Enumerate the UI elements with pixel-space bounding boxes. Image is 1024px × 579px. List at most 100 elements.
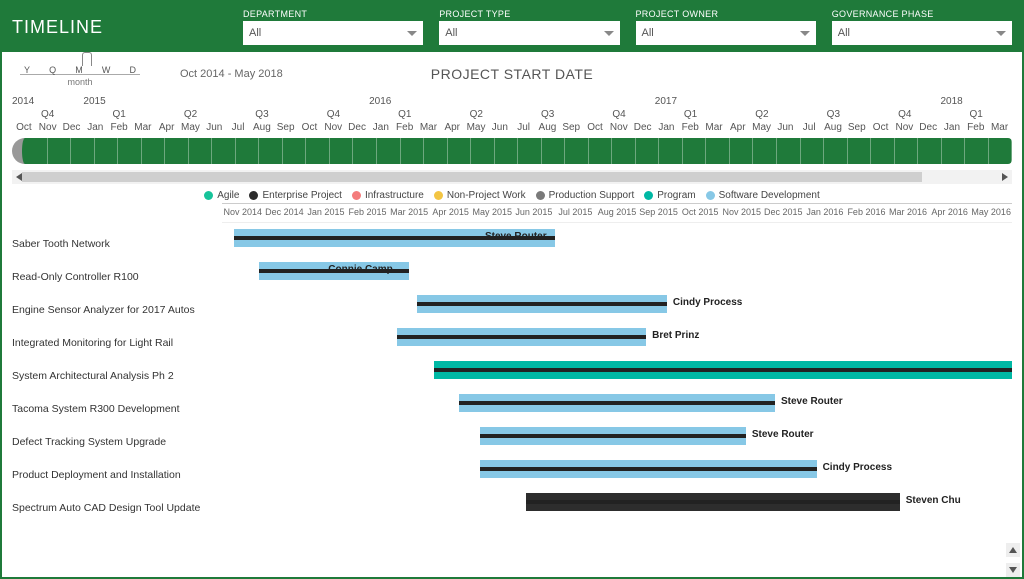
filter-label: GOVERNANCE PHASE — [832, 9, 1012, 19]
gantt-month-tick: Oct 2015 — [679, 204, 721, 222]
month-tick: Aug — [250, 122, 274, 136]
filter-label: DEPARTMENT — [243, 9, 423, 19]
gantt-month-tick: Jan 2015 — [305, 204, 347, 222]
month-tick: Apr — [726, 122, 750, 136]
scroll-right-icon[interactable] — [1000, 172, 1010, 182]
year-tick — [512, 96, 583, 109]
zoom-tick-d[interactable]: D — [129, 65, 136, 75]
timeline-tick — [118, 138, 142, 164]
month-tick: Nov — [892, 122, 916, 136]
filter-project-type: PROJECT TYPE All — [439, 9, 619, 45]
legend-label: Program — [657, 190, 695, 201]
zoom-tick-m[interactable]: M — [75, 65, 83, 75]
gantt-row: Connie Camp... — [222, 256, 1012, 289]
gantt-row-label: Product Deployment and Installation — [12, 458, 222, 491]
gantt-bar[interactable]: Cindy Process — [480, 460, 817, 478]
gantt-row: Steve Router — [222, 421, 1012, 454]
gantt-month-tick: Mar 2015 — [388, 204, 430, 222]
timeline-scrollbar[interactable] — [12, 170, 1012, 184]
timeline-tick — [212, 138, 236, 164]
project-type-select[interactable]: All — [439, 21, 619, 45]
year-tick — [583, 96, 654, 109]
legend-swatch-icon — [249, 191, 258, 200]
gantt-bar[interactable]: Steven Chu — [526, 493, 900, 511]
month-tick: Dec — [60, 122, 84, 136]
legend-item[interactable]: Non-Project Work — [434, 190, 526, 201]
legend-item[interactable]: Agile — [204, 190, 239, 201]
scroll-thumb[interactable] — [22, 172, 922, 182]
gantt-month-tick: Aug 2015 — [596, 204, 638, 222]
timeline-tick — [848, 138, 872, 164]
gantt-bar[interactable]: Steve Router — [480, 427, 746, 445]
filter-label: PROJECT TYPE — [439, 9, 619, 19]
governance-phase-select[interactable]: All — [832, 21, 1012, 45]
gantt-bar[interactable] — [434, 361, 1012, 379]
zoom-marker-icon[interactable] — [82, 52, 92, 66]
quarter-row: Q4Q1Q2Q3Q4Q1Q2Q3Q4Q1Q2Q3Q4Q1 — [12, 109, 1012, 122]
month-tick: Jun — [774, 122, 798, 136]
chevron-down-icon — [800, 31, 810, 36]
legend-label: Agile — [217, 190, 239, 201]
month-tick: Jan — [369, 122, 393, 136]
legend-item[interactable]: Enterprise Project — [249, 190, 341, 201]
timeline-tick — [612, 138, 636, 164]
legend-item[interactable]: Software Development — [706, 190, 820, 201]
select-value: All — [838, 27, 850, 39]
department-select[interactable]: All — [243, 21, 423, 45]
gantt-row-label: Tacoma System R300 Development — [12, 392, 222, 425]
legend-item[interactable]: Program — [644, 190, 695, 201]
quarter-tick: Q3 — [512, 109, 583, 122]
zoom-tick-q[interactable]: Q — [49, 65, 56, 75]
timeline-tick — [989, 138, 1013, 164]
gantt-bar-owner: Cindy Process — [823, 462, 892, 473]
year-tick: 2016 — [369, 96, 440, 109]
year-tick — [726, 96, 797, 109]
timeline-tick — [518, 138, 542, 164]
month-tick: Mar — [988, 122, 1012, 136]
gantt-row-label: Defect Tracking System Upgrade — [12, 425, 222, 458]
project-owner-select[interactable]: All — [636, 21, 816, 45]
scroll-up-icon[interactable] — [1006, 543, 1020, 557]
year-tick: 2015 — [83, 96, 154, 109]
gantt-month-tick: Nov 2015 — [721, 204, 763, 222]
timeline-tick — [165, 138, 189, 164]
filter-governance-phase: GOVERNANCE PHASE All — [832, 9, 1012, 45]
scroll-down-icon[interactable] — [1006, 563, 1020, 577]
gantt-bar[interactable]: Steve Router — [234, 229, 554, 247]
zoom-tick-w[interactable]: W — [102, 65, 111, 75]
gantt-bar[interactable]: Steve Router — [459, 394, 775, 412]
gantt-row: Bret Prinz — [222, 322, 1012, 355]
gantt-month-tick: Sep 2015 — [638, 204, 680, 222]
gantt-row — [222, 355, 1012, 388]
gantt-bar[interactable]: Connie Camp... — [259, 262, 409, 280]
month-row: OctNovDecJanFebMarAprMayJunJulAugSepOctN… — [12, 122, 1012, 136]
gantt-bar[interactable]: Cindy Process — [417, 295, 666, 313]
month-tick: Jul — [226, 122, 250, 136]
gantt-bar-owner: Steve Router — [485, 231, 547, 242]
zoom-tick-y[interactable]: Y — [24, 65, 30, 75]
timeline-tick — [283, 138, 307, 164]
month-tick: Oct — [12, 122, 36, 136]
filter-project-owner: PROJECT OWNER All — [636, 9, 816, 45]
gantt-bar-owner: Steven Chu — [906, 495, 961, 506]
legend-item[interactable]: Production Support — [536, 190, 635, 201]
month-tick: Sep — [274, 122, 298, 136]
legend-swatch-icon — [434, 191, 443, 200]
timeline-tick — [259, 138, 283, 164]
legend-label: Software Development — [719, 190, 820, 201]
timeline-tick — [777, 138, 801, 164]
quarter-tick: Q1 — [940, 109, 1011, 122]
gantt-bar[interactable]: Bret Prinz — [397, 328, 646, 346]
zoom-caption: month — [20, 77, 140, 87]
quarter-tick: Q4 — [583, 109, 654, 122]
gantt-month-tick: May 2016 — [970, 204, 1012, 222]
month-tick: Jan — [83, 122, 107, 136]
timeline-tick — [824, 138, 848, 164]
legend-item[interactable]: Infrastructure — [352, 190, 424, 201]
quarter-tick: Q1 — [655, 109, 726, 122]
month-tick: Sep — [845, 122, 869, 136]
gantt-row-label: Engine Sensor Analyzer for 2017 Autos — [12, 293, 222, 326]
zoom-control[interactable]: Y Q M W D month — [20, 62, 140, 87]
gantt-row: Steve Router — [222, 223, 1012, 256]
timeline-range-bar[interactable] — [12, 138, 1012, 164]
